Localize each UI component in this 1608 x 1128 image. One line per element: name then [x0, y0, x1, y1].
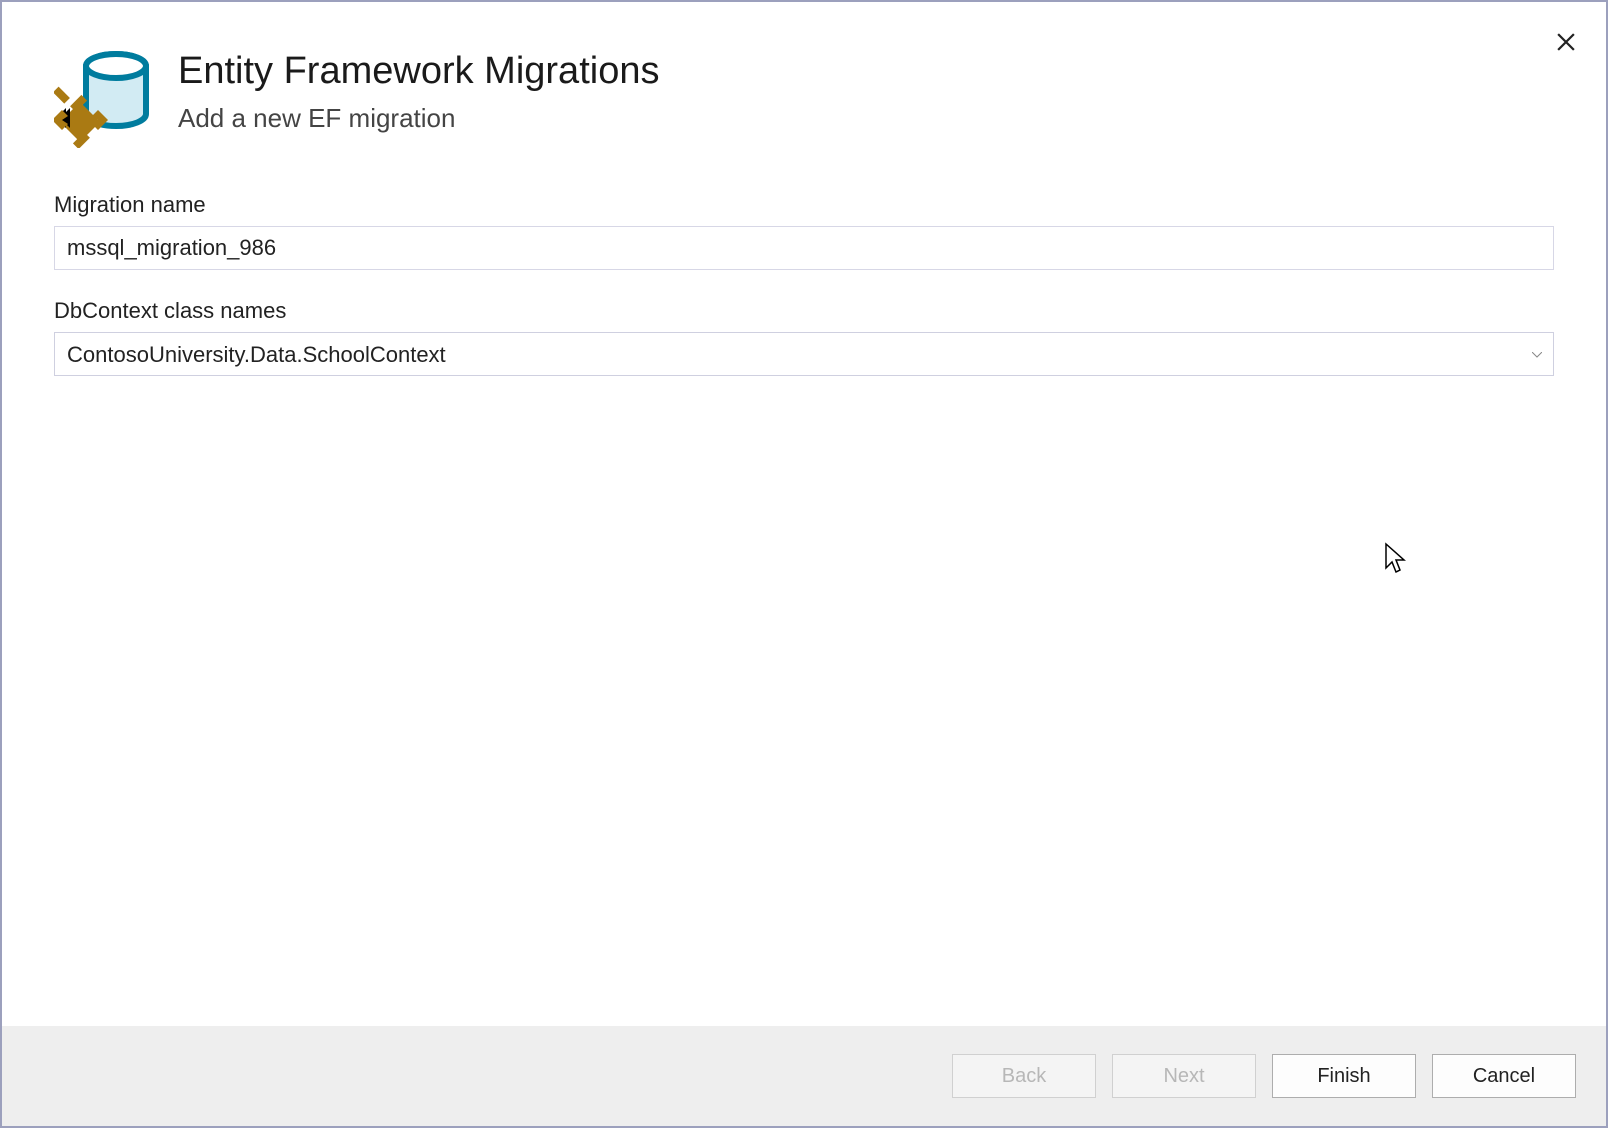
- finish-button[interactable]: Finish: [1272, 1054, 1416, 1098]
- dbcontext-label: DbContext class names: [54, 298, 1554, 324]
- dialog-title: Entity Framework Migrations: [178, 50, 659, 93]
- close-icon[interactable]: [1554, 30, 1578, 54]
- migration-name-input[interactable]: [54, 226, 1554, 270]
- migration-name-label: Migration name: [54, 192, 1554, 218]
- dbcontext-select[interactable]: ContosoUniversity.Data.SchoolContext: [54, 332, 1554, 376]
- back-button: Back: [952, 1054, 1096, 1098]
- dialog-subtitle: Add a new EF migration: [178, 103, 659, 134]
- cancel-button[interactable]: Cancel: [1432, 1054, 1576, 1098]
- ef-migrations-icon: [54, 44, 154, 148]
- next-button: Next: [1112, 1054, 1256, 1098]
